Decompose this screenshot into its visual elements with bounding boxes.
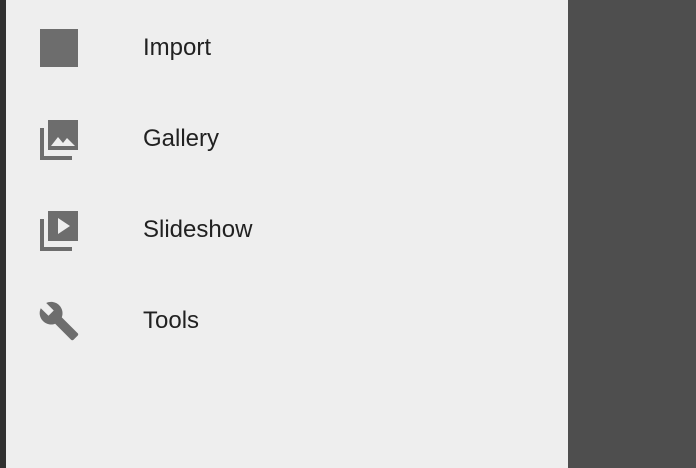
import-icon <box>38 27 80 69</box>
gallery-icon <box>38 118 80 160</box>
drawer-item-slideshow[interactable]: Slideshow <box>6 198 568 262</box>
drawer-item-label: Slideshow <box>143 216 253 243</box>
drawer-item-label: Gallery <box>143 125 220 152</box>
drawer-item-gallery[interactable]: Gallery <box>6 107 568 171</box>
drawer-item-import[interactable]: Import <box>6 16 568 80</box>
drawer-scrim[interactable] <box>568 0 696 468</box>
screen: Import Gallery Slideshow Tools <box>0 0 696 468</box>
drawer-item-label: Tools <box>143 307 200 334</box>
drawer-item-label: Import <box>143 34 212 61</box>
wrench-icon <box>38 300 80 342</box>
drawer-item-tools[interactable]: Tools <box>6 289 568 353</box>
navigation-drawer: Import Gallery Slideshow Tools <box>6 0 568 468</box>
slideshow-icon <box>38 209 80 251</box>
